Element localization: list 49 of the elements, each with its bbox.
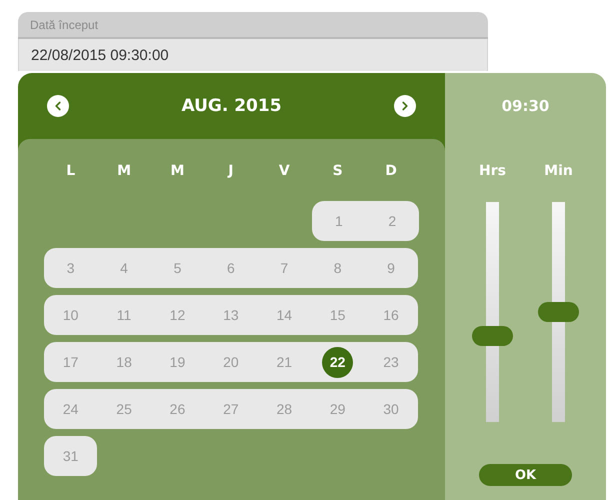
slider-thumb[interactable] — [472, 326, 513, 346]
ok-button[interactable]: OK — [479, 464, 572, 486]
calendar-day[interactable]: 4 — [108, 252, 140, 284]
slider-label: Min — [544, 162, 573, 181]
calendar-day[interactable]: 17 — [55, 346, 86, 378]
date-field[interactable]: Dată început 22/08/2015 09:30:00 — [18, 12, 488, 71]
calendar-day[interactable]: 16 — [376, 300, 407, 330]
weekday-label: L — [65, 162, 76, 181]
calendar-day[interactable]: 15 — [322, 300, 354, 330]
calendar-day[interactable]: 31 — [55, 440, 86, 472]
calendar-day[interactable]: 9 — [376, 252, 407, 284]
calendar-day[interactable]: 10 — [55, 300, 86, 330]
calendar-day[interactable]: 24 — [55, 394, 86, 424]
calendar-day[interactable]: 3 — [55, 252, 86, 284]
calendar-day[interactable]: 25 — [108, 394, 140, 424]
calendar-day[interactable]: 29 — [322, 394, 354, 424]
calendar-day[interactable]: 12 — [162, 300, 193, 330]
time-value: 09:30 — [502, 96, 550, 117]
calendar-day[interactable]: 13 — [215, 300, 246, 330]
calendar-day[interactable]: 21 — [268, 346, 300, 378]
calendar-day[interactable]: 7 — [268, 252, 300, 284]
calendar-day[interactable]: 1 — [323, 206, 354, 236]
weekday-label: V — [278, 162, 291, 181]
calendar-day[interactable]: 30 — [376, 394, 407, 424]
calendar-day[interactable]: 22 — [322, 346, 354, 378]
weekday-label: S — [332, 162, 344, 181]
calendar-day[interactable]: 18 — [108, 346, 140, 378]
calendar-day[interactable]: 2 — [376, 206, 408, 236]
calendar-day[interactable]: 28 — [268, 394, 300, 424]
weekday-label: J — [226, 162, 234, 181]
month-title: AUG. 2015 — [181, 96, 282, 116]
date-input[interactable]: 22/08/2015 09:30:00 — [18, 39, 488, 71]
calendar-day[interactable]: 23 — [376, 346, 407, 378]
calendar-day[interactable]: 11 — [108, 300, 140, 330]
calendar-day[interactable]: 14 — [268, 300, 300, 330]
weekday-label: D — [384, 162, 398, 181]
calendar-day[interactable]: 27 — [215, 394, 246, 424]
weekday-label: M — [170, 162, 186, 181]
calendar-day[interactable]: 20 — [215, 346, 246, 378]
calendar-day[interactable]: 5 — [162, 252, 193, 284]
weekday-label: M — [116, 162, 132, 181]
next-month-button[interactable] — [394, 95, 416, 117]
calendar-day[interactable]: 19 — [162, 346, 193, 378]
calendar-day[interactable]: 26 — [162, 394, 193, 424]
slider-label: Hrs — [479, 162, 506, 181]
calendar-day[interactable]: 6 — [215, 252, 246, 284]
prev-month-button[interactable] — [47, 95, 69, 117]
slider-thumb[interactable] — [538, 302, 579, 322]
calendar-day[interactable]: 8 — [322, 252, 354, 284]
